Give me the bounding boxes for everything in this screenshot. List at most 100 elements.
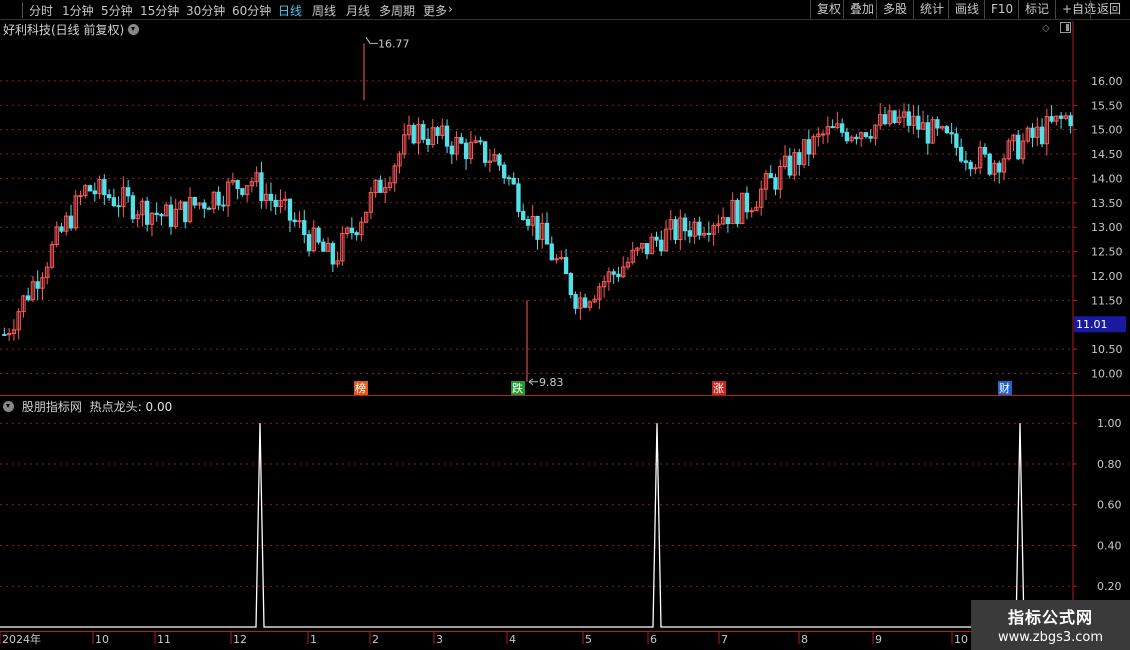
candle-body: [330, 242, 335, 265]
candle-body: [159, 214, 164, 217]
price-tick-label: 12.50: [1091, 246, 1123, 259]
indicator-signal-line: [0, 423, 1073, 628]
candle-body: [744, 192, 750, 213]
x-axis-label: 2024年: [2, 632, 41, 646]
candle-body: [516, 183, 521, 212]
candle-body: [2, 333, 7, 336]
low-arrow-icon: [528, 378, 538, 386]
candle-body: [654, 236, 659, 241]
candle-body: [316, 227, 321, 243]
candle-body: [168, 204, 174, 227]
candle-body: [206, 207, 212, 210]
candle-body: [202, 202, 207, 209]
watermark-line1: 指标公式网: [1007, 608, 1093, 627]
candle-body: [354, 232, 359, 236]
candle-body: [506, 177, 512, 180]
candle-body: [925, 122, 930, 144]
candle-body: [102, 179, 107, 196]
candle-body: [106, 194, 112, 199]
indicator-tick-label: 0.20: [1097, 580, 1122, 593]
candle-body: [378, 179, 383, 193]
candle-body: [830, 126, 835, 129]
watermark: 指标公式网 www.zbgs3.com: [971, 600, 1130, 650]
high-arrow-icon: [365, 37, 378, 44]
candle-body: [287, 198, 293, 221]
candle-body: [797, 152, 802, 165]
price-tick-label: 15.50: [1091, 99, 1123, 112]
candle-body: [35, 281, 40, 289]
candle-body: [854, 136, 859, 140]
watermark-line2: www.zbgs3.com: [997, 630, 1104, 645]
candle-body: [435, 127, 440, 136]
candle-body: [697, 221, 702, 236]
candle-body: [297, 220, 302, 223]
candle-body: [1016, 134, 1021, 160]
indicator-tick-label: 0.60: [1097, 499, 1122, 512]
indicator-tick-label: 1.00: [1097, 417, 1122, 430]
high-price-label: 16.77: [378, 37, 410, 50]
candle-body: [644, 243, 650, 255]
x-axis-label: 11: [157, 633, 171, 646]
x-axis-label: 1: [310, 633, 317, 646]
candle-body: [549, 243, 554, 261]
candle-body: [563, 257, 569, 275]
candle-body: [111, 197, 117, 207]
candle-body: [302, 220, 307, 235]
candle-body: [882, 114, 888, 125]
candle-body: [68, 215, 74, 229]
candle-body: [944, 126, 950, 134]
candle-body: [673, 219, 678, 241]
candle-body: [92, 190, 97, 195]
low-price-label: 9.83: [539, 376, 564, 389]
candle-body: [616, 273, 621, 278]
candle-body: [735, 199, 740, 225]
x-axis-label: 2: [372, 633, 379, 646]
candle-body: [982, 147, 988, 155]
candle-body: [306, 233, 312, 252]
candle-body: [987, 153, 992, 175]
candle-body: [478, 140, 483, 143]
candle-body: [682, 217, 688, 232]
x-axis-label: 5: [585, 633, 592, 646]
candle-body: [116, 205, 121, 208]
candle-body: [916, 115, 921, 130]
candle-body: [935, 119, 940, 129]
candle-body: [1030, 127, 1035, 138]
candle-body: [1058, 115, 1064, 119]
candle-body: [706, 232, 712, 235]
candle-body: [958, 146, 964, 162]
candle-body: [26, 295, 31, 301]
candle-body: [839, 123, 845, 133]
candle-body: [963, 160, 969, 163]
candle-body: [973, 167, 978, 170]
candle-body: [997, 162, 1002, 173]
candle-body: [449, 145, 454, 155]
candle-body: [949, 132, 954, 135]
candle-body: [535, 215, 540, 240]
stock-chart[interactable]: 16.00 15.50 15.00 14.50 14.00 13.50 13.00 12.50…: [0, 0, 1130, 650]
indicator-tick-label: 0.40: [1097, 539, 1122, 552]
price-tick-label: 15.00: [1091, 124, 1123, 137]
candle-body: [611, 271, 616, 275]
candle-body: [321, 241, 326, 252]
candle-body: [192, 196, 197, 206]
candle-body: [511, 177, 516, 185]
candle-body: [59, 226, 64, 232]
current-price-label: 11.01: [1076, 318, 1108, 331]
event-marker-label: 跌: [512, 381, 523, 395]
candle-body: [221, 204, 226, 207]
candle-body: [544, 222, 550, 245]
candle-body: [582, 297, 588, 308]
candle-body: [521, 210, 526, 221]
price-tick-label: 10.50: [1091, 343, 1123, 356]
price-tick-label: 12.00: [1091, 270, 1123, 283]
price-tick-label: 14.50: [1091, 148, 1123, 161]
candle-body: [502, 164, 507, 179]
candle-body: [725, 217, 731, 225]
candle-body: [425, 138, 431, 145]
price-tick-label: 14.00: [1091, 172, 1123, 185]
candle-body: [292, 219, 297, 223]
candle-body: [868, 136, 873, 139]
candle-body: [906, 111, 911, 126]
x-axis-label: 10: [954, 633, 968, 646]
